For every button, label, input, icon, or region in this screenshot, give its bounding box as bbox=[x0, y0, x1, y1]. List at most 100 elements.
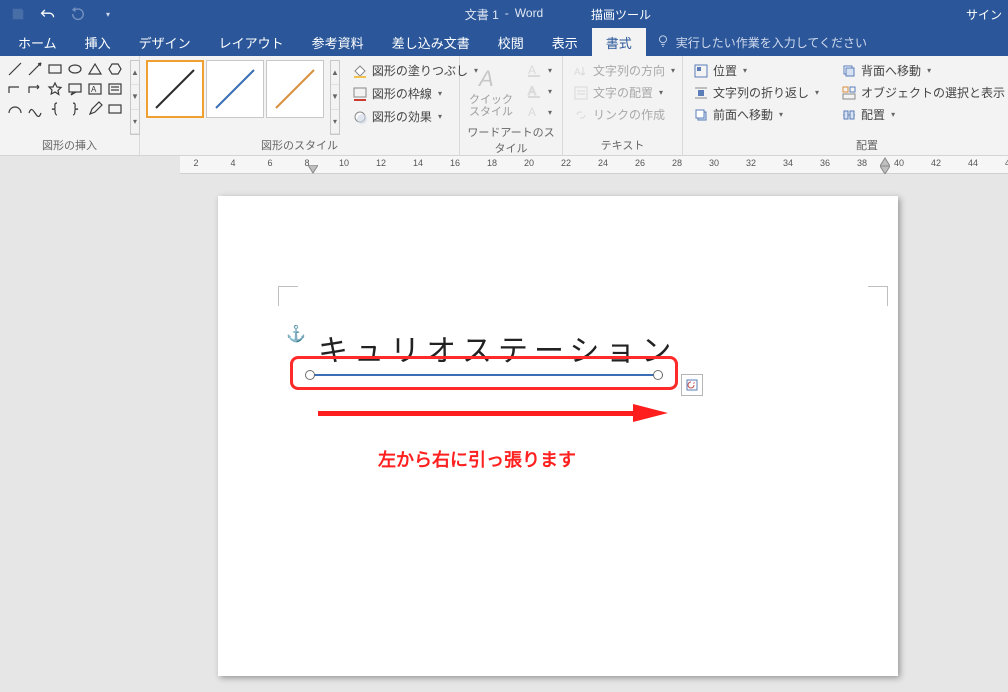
text-direction-button: A文字列の方向▾ bbox=[569, 60, 679, 81]
styles-gallery-scroll[interactable]: ▲ ▼ ▾ bbox=[330, 60, 340, 135]
ruler-tick: 28 bbox=[669, 158, 685, 168]
signin-link[interactable]: サイン bbox=[966, 6, 1002, 23]
ruler-tick: 26 bbox=[632, 158, 648, 168]
scroll-up-icon[interactable]: ▲ bbox=[131, 61, 139, 85]
group-label-text: テキスト bbox=[569, 135, 676, 155]
shape-callout-icon[interactable] bbox=[66, 80, 84, 98]
selection-pane-button[interactable]: オブジェクトの選択と表示 bbox=[837, 82, 1008, 103]
wordart-icon: A bbox=[477, 64, 505, 92]
group-wordart: A クイック スタイル A▾ A▾ A▾ ワードアートのスタイル bbox=[460, 56, 563, 155]
quick-styles-button: A クイック スタイル bbox=[466, 64, 516, 118]
tab-insert[interactable]: 挿入 bbox=[71, 28, 125, 56]
text-fill-icon: A bbox=[526, 62, 542, 78]
ruler-tick: 6 bbox=[262, 158, 278, 168]
shape-curve-icon[interactable] bbox=[26, 100, 44, 118]
shape-rect-icon[interactable] bbox=[46, 60, 64, 78]
effects-icon bbox=[352, 109, 368, 125]
scroll-down-icon[interactable]: ▼ bbox=[331, 85, 339, 109]
undo-icon[interactable] bbox=[38, 4, 58, 24]
tell-me[interactable]: 実行したい作業を入力してください bbox=[656, 34, 867, 51]
layout-options-button[interactable] bbox=[681, 374, 703, 396]
window-title: 文書 1 - Word bbox=[465, 6, 543, 23]
shape-line-icon[interactable] bbox=[6, 60, 24, 78]
ruler-tick: 20 bbox=[521, 158, 537, 168]
shape-hex-icon[interactable] bbox=[106, 60, 124, 78]
tab-home[interactable]: ホーム bbox=[4, 28, 71, 56]
ribbon-tabs: ホーム 挿入 デザイン レイアウト 参考資料 差し込み文書 校閲 表示 書式 実… bbox=[0, 28, 1008, 56]
bring-forward-button[interactable]: 前面へ移動▾ bbox=[689, 104, 823, 125]
shape-edit-icon[interactable] bbox=[86, 100, 104, 118]
scroll-more-icon[interactable]: ▾ bbox=[131, 110, 139, 134]
ruler-tick: 12 bbox=[373, 158, 389, 168]
link-icon bbox=[573, 107, 589, 123]
style-thumb-3[interactable] bbox=[266, 60, 324, 118]
group-label-styles: 図形のスタイル bbox=[146, 135, 453, 155]
wrap-icon bbox=[693, 85, 709, 101]
scroll-down-icon[interactable]: ▼ bbox=[131, 85, 139, 109]
ruler-tick: 30 bbox=[706, 158, 722, 168]
shape-brace-r-icon[interactable] bbox=[66, 100, 84, 118]
align-button[interactable]: 配置▾ bbox=[837, 104, 1008, 125]
shape-textbox-icon[interactable]: A bbox=[86, 80, 104, 98]
shape-elbow-icon[interactable] bbox=[6, 80, 24, 98]
ruler-tick: 46 bbox=[1002, 158, 1008, 168]
svg-text:A: A bbox=[574, 67, 581, 78]
lightbulb-icon bbox=[656, 34, 670, 51]
text-direction-icon: A bbox=[573, 63, 589, 79]
tab-layout[interactable]: レイアウト bbox=[205, 28, 298, 56]
redo-icon[interactable] bbox=[68, 4, 88, 24]
shape-more-icon[interactable] bbox=[106, 100, 124, 118]
title-bar: ▾ 文書 1 - Word 描画ツール サイン bbox=[0, 0, 1008, 28]
scroll-up-icon[interactable]: ▲ bbox=[331, 61, 339, 85]
style-thumb-1[interactable] bbox=[146, 60, 204, 118]
text-fill-button: A▾ bbox=[522, 60, 556, 80]
app-name: Word bbox=[515, 6, 543, 23]
shape-arrow-icon[interactable] bbox=[26, 60, 44, 78]
shape-ellipse-icon[interactable] bbox=[66, 60, 84, 78]
tab-review[interactable]: 校閲 bbox=[484, 28, 538, 56]
tab-mailings[interactable]: 差し込み文書 bbox=[378, 28, 484, 56]
document-page[interactable]: ⚓ キュリオステーション 左から右に引っ張ります bbox=[218, 196, 898, 676]
ruler-tick: 4 bbox=[225, 158, 241, 168]
shapes-gallery-scroll[interactable]: ▲ ▼ ▾ bbox=[130, 60, 140, 135]
shape-elbow-arrow-icon[interactable] bbox=[26, 80, 44, 98]
shapes-gallery[interactable]: A bbox=[6, 60, 124, 135]
align-icon bbox=[841, 107, 857, 123]
text-effects-button: A▾ bbox=[522, 102, 556, 122]
tab-view[interactable]: 表示 bbox=[538, 28, 592, 56]
shape-arc-icon[interactable] bbox=[6, 100, 24, 118]
anchor-icon[interactable]: ⚓ bbox=[286, 324, 306, 344]
forward-icon bbox=[693, 107, 709, 123]
save-icon[interactable] bbox=[8, 4, 28, 24]
tab-references[interactable]: 参考資料 bbox=[298, 28, 378, 56]
annotation-arrow-icon bbox=[318, 404, 668, 422]
horizontal-ruler[interactable]: 2468101214161820222426283032343638404244… bbox=[180, 156, 1008, 174]
wrap-text-button[interactable]: 文字列の折り返し▾ bbox=[689, 82, 823, 103]
document-workspace: 2468101214161820222426283032343638404244… bbox=[0, 156, 1008, 692]
resize-handle-left[interactable] bbox=[305, 370, 315, 380]
ruler-tick: 38 bbox=[854, 158, 870, 168]
indent-marker-icon[interactable] bbox=[308, 165, 318, 174]
style-thumb-2[interactable] bbox=[206, 60, 264, 118]
ruler-tick: 16 bbox=[447, 158, 463, 168]
right-margin-marker-icon[interactable] bbox=[880, 156, 890, 174]
position-button[interactable]: 位置▾ bbox=[689, 60, 823, 81]
scroll-more-icon[interactable]: ▾ bbox=[331, 110, 339, 134]
shape-brace-l-icon[interactable] bbox=[46, 100, 64, 118]
tab-format[interactable]: 書式 bbox=[592, 28, 646, 56]
shape-textbox2-icon[interactable] bbox=[106, 80, 124, 98]
ruler-tick: 42 bbox=[928, 158, 944, 168]
tab-design[interactable]: デザイン bbox=[125, 28, 205, 56]
svg-text:A: A bbox=[91, 85, 97, 94]
shape-star-icon[interactable] bbox=[46, 80, 64, 98]
shape-triangle-icon[interactable] bbox=[86, 60, 104, 78]
qat-more-icon[interactable]: ▾ bbox=[98, 4, 118, 24]
group-text: A文字列の方向▾ 文字の配置▾ リンクの作成 テキスト bbox=[563, 56, 683, 155]
align-text-icon bbox=[573, 85, 589, 101]
shape-styles-gallery[interactable] bbox=[146, 60, 324, 135]
create-link-button: リンクの作成 bbox=[569, 104, 679, 125]
selected-line-shape[interactable] bbox=[311, 374, 663, 376]
align-text-button: 文字の配置▾ bbox=[569, 82, 679, 103]
resize-handle-right[interactable] bbox=[653, 370, 663, 380]
send-backward-button[interactable]: 背面へ移動▾ bbox=[837, 60, 1008, 81]
